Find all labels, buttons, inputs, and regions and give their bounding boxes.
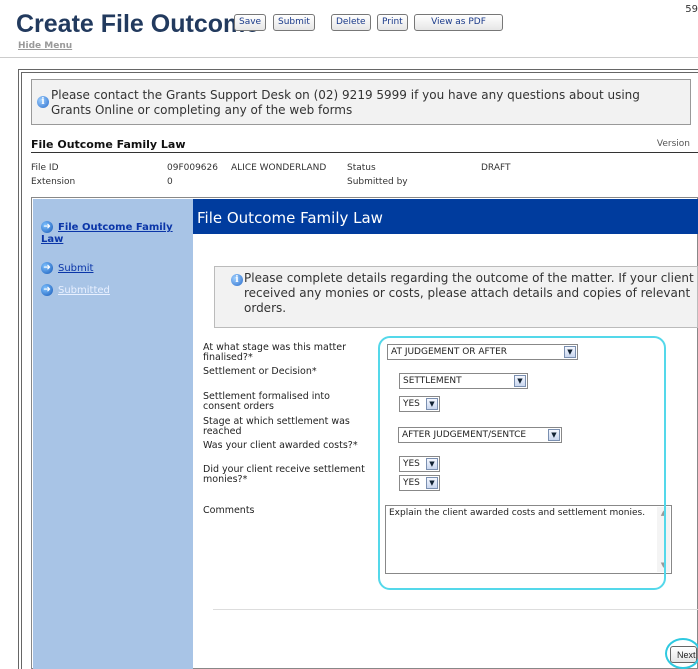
- answers-highlight: [378, 336, 666, 590]
- info-icon: i: [37, 96, 49, 108]
- status-label: Status: [347, 163, 376, 173]
- section-title: File Outcome Family Law: [197, 209, 383, 227]
- view-pdf-button[interactable]: View as PDF: [414, 14, 503, 31]
- form-title: File Outcome Family Law: [31, 138, 186, 151]
- next-highlight: [665, 638, 698, 669]
- form-title-separator: [31, 152, 698, 153]
- page-number: 59: [685, 4, 698, 15]
- submit-button[interactable]: Submit: [273, 14, 315, 31]
- version-label: Version: [656, 139, 690, 149]
- sidebar: [33, 199, 193, 669]
- footer-separator: [213, 609, 698, 610]
- page-title: Create File Outcome: [16, 10, 260, 38]
- help-box: i Please contact the Grants Support Desk…: [31, 79, 691, 125]
- question-label-settlement-stage: Stage at which settlement was reached: [203, 416, 350, 437]
- status-value: DRAFT: [481, 163, 511, 173]
- sidebar-item-file-outcome[interactable]: File Outcome Family Law: [41, 222, 181, 246]
- print-button[interactable]: Print: [377, 14, 408, 31]
- question-label-settlement-monies: Did your client receive settlement monie…: [203, 464, 365, 485]
- arrow-right-icon: ➜: [41, 284, 53, 296]
- file-id-value: 09F009626: [167, 163, 218, 173]
- client-name: ALICE WONDERLAND: [231, 163, 327, 173]
- question-label-comments: Comments: [203, 505, 255, 516]
- instructions-text: Please complete details regarding the ou…: [244, 271, 694, 315]
- question-label-consent-orders: Settlement formalised into consent order…: [203, 391, 330, 412]
- file-id-label: File ID: [31, 163, 59, 173]
- sidebar-item-submit[interactable]: Submit: [58, 263, 93, 274]
- question-label-awarded-costs: Was your client awarded costs?*: [203, 440, 358, 451]
- extension-value: 0: [167, 177, 173, 187]
- extension-label: Extension: [31, 177, 76, 187]
- question-label-settlement-decision: Settlement or Decision*: [203, 366, 317, 377]
- submitted-by-label: Submitted by: [347, 177, 408, 187]
- info-icon: i: [231, 274, 243, 286]
- header-divider: [0, 57, 698, 58]
- question-label-stage-finalised: At what stage was this matter finalised?…: [203, 342, 347, 363]
- delete-button[interactable]: Delete: [331, 14, 371, 31]
- help-text: Please contact the Grants Support Desk o…: [51, 88, 640, 117]
- sidebar-item-submitted[interactable]: Submitted: [58, 285, 110, 296]
- save-button[interactable]: Save: [234, 14, 267, 31]
- arrow-right-icon: ➜: [41, 262, 53, 274]
- instructions-box: i Please complete details regarding the …: [214, 266, 698, 328]
- hide-menu-link[interactable]: Hide Menu: [18, 41, 72, 51]
